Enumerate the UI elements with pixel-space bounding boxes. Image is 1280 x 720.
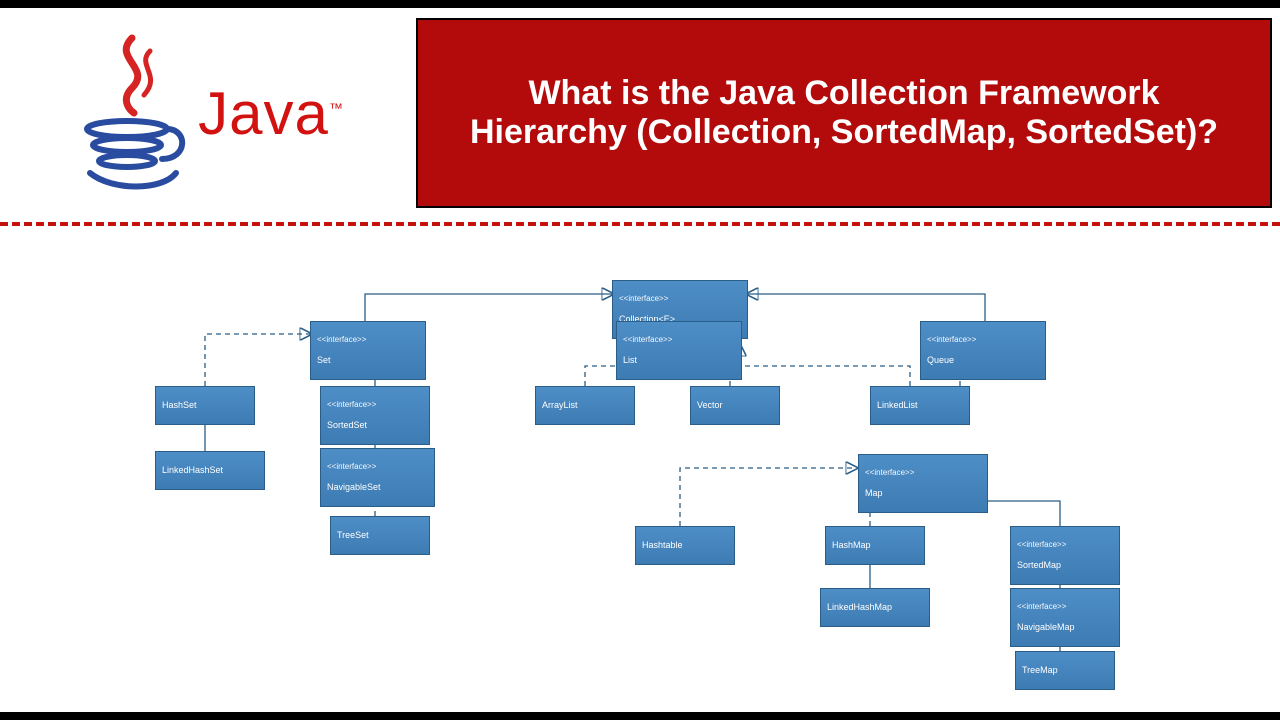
node-linkedhashset: LinkedHashSet xyxy=(155,451,265,490)
node-label: Vector xyxy=(697,400,773,410)
trademark-icon: ™ xyxy=(329,100,344,116)
node-sortedmap: <<interface>> SortedMap xyxy=(1010,526,1120,585)
header: Java™ What is the Java Collection Framew… xyxy=(0,8,1280,208)
node-label: NavigableMap xyxy=(1017,622,1113,632)
node-label: Map xyxy=(865,488,981,498)
node-hashmap: HashMap xyxy=(825,526,925,565)
node-navigablemap: <<interface>> NavigableMap xyxy=(1010,588,1120,647)
page-title: What is the Java Collection Framework Hi… xyxy=(416,18,1272,208)
node-label: LinkedHashMap xyxy=(827,602,923,612)
node-vector: Vector xyxy=(690,386,780,425)
node-label: HashMap xyxy=(832,540,918,550)
node-linkedhashmap: LinkedHashMap xyxy=(820,588,930,627)
stereotype: <<interface>> xyxy=(927,335,1039,344)
node-set: <<interface>> Set xyxy=(310,321,426,380)
node-hashset: HashSet xyxy=(155,386,255,425)
stereotype: <<interface>> xyxy=(1017,540,1113,549)
node-label: NavigableSet xyxy=(327,482,428,492)
node-label: ArrayList xyxy=(542,400,628,410)
node-label: TreeMap xyxy=(1022,665,1108,675)
stereotype: <<interface>> xyxy=(619,294,741,303)
node-label: Queue xyxy=(927,355,1039,365)
node-list: <<interface>> List xyxy=(616,321,742,380)
stereotype: <<interface>> xyxy=(1017,602,1113,611)
stereotype: <<interface>> xyxy=(327,462,428,471)
node-queue: <<interface>> Queue xyxy=(920,321,1046,380)
node-label: List xyxy=(623,355,735,365)
hierarchy-diagram: List (dashed) --> List (dashed) --> List… xyxy=(0,226,1280,706)
node-map: <<interface>> Map xyxy=(858,454,988,513)
node-label: SortedMap xyxy=(1017,560,1113,570)
stereotype: <<interface>> xyxy=(317,335,419,344)
node-label: Set xyxy=(317,355,419,365)
node-treeset: TreeSet xyxy=(330,516,430,555)
java-cup-icon xyxy=(72,33,192,193)
node-sortedset: <<interface>> SortedSet xyxy=(320,386,430,445)
stereotype: <<interface>> xyxy=(327,400,423,409)
stereotype: <<interface>> xyxy=(865,468,981,477)
node-label: LinkedHashSet xyxy=(162,465,258,475)
node-treemap: TreeMap xyxy=(1015,651,1115,690)
node-label: LinkedList xyxy=(877,400,963,410)
stereotype: <<interface>> xyxy=(623,335,735,344)
node-linkedlist: LinkedList xyxy=(870,386,970,425)
java-wordmark: Java™ xyxy=(198,79,344,148)
java-wordmark-text: Java xyxy=(198,80,329,147)
node-arraylist: ArrayList xyxy=(535,386,635,425)
node-label: HashSet xyxy=(162,400,248,410)
node-label: SortedSet xyxy=(327,420,423,430)
node-label: Hashtable xyxy=(642,540,728,550)
node-navigableset: <<interface>> NavigableSet xyxy=(320,448,435,507)
node-hashtable: Hashtable xyxy=(635,526,735,565)
node-label: TreeSet xyxy=(337,530,423,540)
java-logo: Java™ xyxy=(8,18,408,208)
